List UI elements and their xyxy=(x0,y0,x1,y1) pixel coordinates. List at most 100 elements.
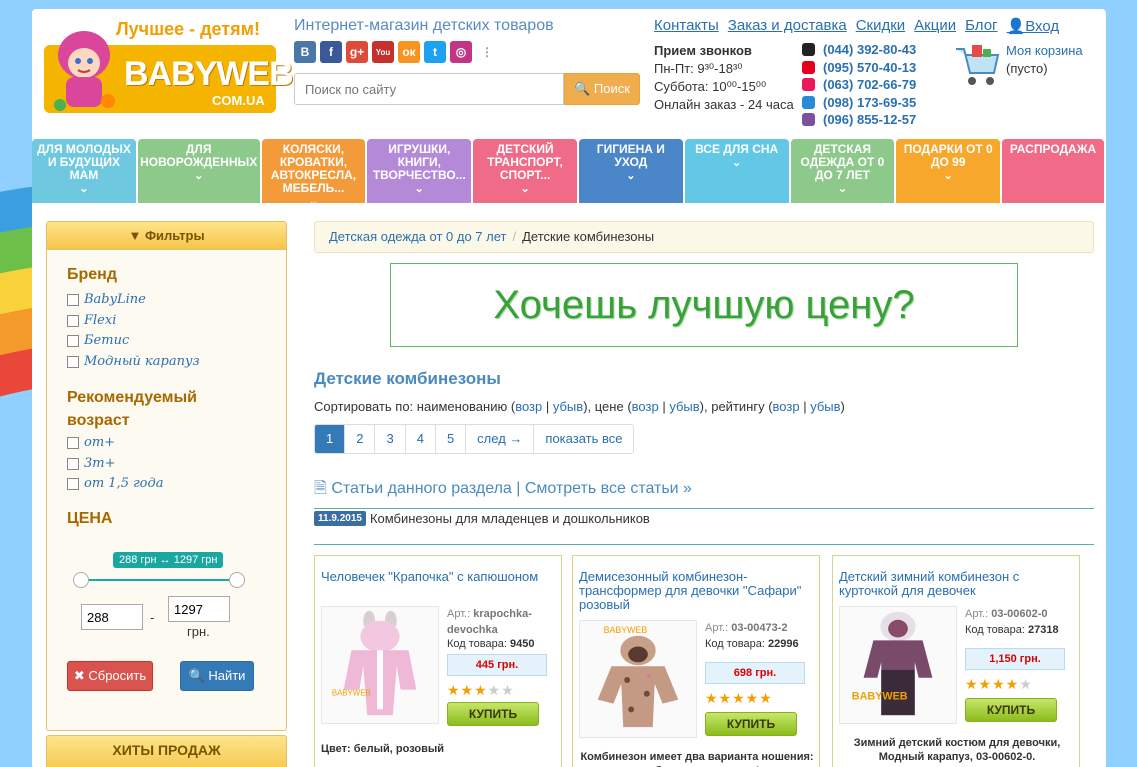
nav-item-3[interactable]: Коляски, кроватки, автокресла, мебель...… xyxy=(261,139,366,208)
call-hours: Прием звонков Пн-Пт: 9³⁰-18³⁰ Суббота: 1… xyxy=(654,42,794,114)
brand-title: Бренд xyxy=(67,266,117,283)
page-3[interactable]: 3 xyxy=(374,425,405,453)
nav-item-10[interactable]: Распродажа xyxy=(1002,139,1104,203)
price-slider-track[interactable] xyxy=(81,579,237,581)
link-delivery[interactable]: Заказ и доставка xyxy=(728,17,847,35)
checkbox[interactable] xyxy=(67,293,79,306)
page-show-all[interactable]: показать все xyxy=(533,425,634,453)
link-blog[interactable]: Блог xyxy=(965,17,997,35)
price-slider-max-handle[interactable] xyxy=(229,572,245,588)
link-discounts[interactable]: Скидки xyxy=(856,17,905,35)
phone-2[interactable]: (095) 570-40-13 xyxy=(823,59,916,77)
page-4[interactable]: 4 xyxy=(404,425,435,453)
promo-banner[interactable]: Хочешь лучшую цену? xyxy=(390,263,1018,347)
search-icon: 🔍 xyxy=(188,668,205,683)
phone-4[interactable]: (098) 173-69-35 xyxy=(823,94,916,112)
brand-option[interactable]: BabyLine xyxy=(67,292,146,307)
article-title[interactable]: Комбинезоны для младенцев и дошкольников xyxy=(370,511,650,526)
cart[interactable]: Моя корзина (пусто) xyxy=(952,41,1102,101)
checkbox[interactable] xyxy=(67,457,79,470)
nav-item-7[interactable]: Все для сна ⌄ xyxy=(684,139,789,203)
nav-item-9[interactable]: Подарки от 0 до 99 ⌄ xyxy=(896,139,1001,203)
price-min-input[interactable] xyxy=(81,604,143,630)
age-option[interactable]: 3т+ xyxy=(67,456,116,471)
odnoklassniki-icon[interactable]: ок xyxy=(398,41,420,63)
phone-3[interactable]: (063) 702-66-79 xyxy=(823,76,916,94)
breadcrumb-link[interactable]: Детская одежда от 0 до 7 лет xyxy=(329,229,506,244)
page: Лучшее - детям! BABYWEB COM.UA Интернет-… xyxy=(32,9,1106,767)
sort-name-asc[interactable]: возр xyxy=(515,399,542,414)
product-meta: Арт.: 03-00602-0 Код товара: 27318 xyxy=(965,606,1059,638)
page-1[interactable]: 1 xyxy=(315,425,345,453)
link-contacts[interactable]: Контакты xyxy=(654,17,719,35)
price-max-input[interactable] xyxy=(168,596,230,622)
age-option[interactable]: от+ xyxy=(67,435,115,450)
brand-option[interactable]: Бетис xyxy=(67,333,129,348)
nav-item-5[interactable]: Детский транспорт, спорт... ⌄ xyxy=(473,139,577,203)
cart-title[interactable]: Моя корзина xyxy=(1006,43,1083,58)
twitter-icon[interactable]: t xyxy=(424,41,446,63)
sort-price-asc[interactable]: возр xyxy=(632,399,659,414)
articles-header[interactable]: 🗎 Статьи данного раздела | Смотреть все … xyxy=(314,477,1094,509)
facebook-icon[interactable]: f xyxy=(320,41,342,63)
product-image[interactable]: BABYWEB xyxy=(579,620,697,738)
checkbox[interactable] xyxy=(67,355,79,368)
link-promotions[interactable]: Акции xyxy=(914,17,956,35)
checkbox[interactable] xyxy=(67,436,79,449)
search-button[interactable]: 🔍 Поиск xyxy=(564,73,640,105)
sort-price-desc[interactable]: убыв xyxy=(669,399,699,414)
checkbox[interactable] xyxy=(67,334,79,347)
article-date: 11.9.2015 xyxy=(314,511,366,526)
logo-subtext: COM.UA xyxy=(212,93,265,108)
instagram-icon[interactable]: ◎ xyxy=(450,41,472,63)
checkbox[interactable] xyxy=(67,314,79,327)
logo[interactable]: Лучшее - детям! BABYWEB COM.UA xyxy=(44,15,294,115)
main-nav: Для молодых и будущих мам ⌄ Для новорожден… xyxy=(32,139,1106,208)
sort-rating-desc[interactable]: убыв xyxy=(810,399,840,414)
checkbox[interactable] xyxy=(67,477,79,490)
nav-item-8[interactable]: Детская одежда от 0 до 7 лет ⌄ xyxy=(790,139,895,203)
vk-icon[interactable]: В xyxy=(294,41,316,63)
buy-button[interactable]: КУПИТЬ xyxy=(965,698,1057,722)
article-item[interactable]: 11.9.2015 Комбинезоны для младенцев и до… xyxy=(314,511,650,526)
sort-rating-asc[interactable]: возр xyxy=(773,399,800,414)
brand-option[interactable]: Модный карапуз xyxy=(67,354,200,369)
link-login[interactable]: 👤Вход xyxy=(1007,17,1060,35)
nav-item-1[interactable]: Для молодых и будущих мам ⌄ xyxy=(32,139,136,203)
phone-1[interactable]: (044) 392-80-43 xyxy=(823,41,916,59)
price-slider-min-handle[interactable] xyxy=(73,572,89,588)
youtube-icon[interactable]: You xyxy=(372,41,394,63)
sort-rating-label: рейтингу xyxy=(711,399,765,414)
product-title[interactable]: Человечек "Крапочка" с капюшоном xyxy=(321,570,557,584)
search-input[interactable] xyxy=(294,73,564,105)
product-title[interactable]: Демисезонный комбинезон-трансформер для … xyxy=(579,570,815,612)
product-image[interactable]: BABYWEB xyxy=(321,606,439,724)
nav-item-2[interactable]: Для новорожденных ⌄ xyxy=(137,139,260,203)
product-image[interactable]: BABYWEB xyxy=(839,606,957,724)
nav-item-4[interactable]: Игрушки, книги, творчество... ⌄ xyxy=(367,139,472,203)
page-next[interactable]: след → xyxy=(465,425,534,453)
reset-button[interactable]: ✖ Сбросить xyxy=(67,661,153,691)
code-label: Код товара: xyxy=(705,638,765,650)
brand-option[interactable]: Flexi xyxy=(67,313,116,328)
page-5[interactable]: 5 xyxy=(434,425,466,453)
find-button[interactable]: 🔍 Найти xyxy=(180,661,254,691)
chevron-down-icon: ⌄ xyxy=(194,170,204,182)
divider xyxy=(314,544,1094,545)
sort-name-desc[interactable]: убыв xyxy=(553,399,583,414)
product-meta: Арт.: krapochka-devochka Код товара: 945… xyxy=(447,606,561,652)
age-option[interactable]: от 1,5 года xyxy=(67,476,163,491)
nav-item-label: Игрушки, книги, творчество... xyxy=(372,142,466,182)
phone-5[interactable]: (096) 855-12-57 xyxy=(823,111,916,129)
page-2[interactable]: 2 xyxy=(344,425,375,453)
google-plus-icon[interactable]: g+ xyxy=(346,41,368,63)
buy-button[interactable]: КУПИТЬ xyxy=(447,702,539,726)
nav-item-6[interactable]: Гигиена и уход ⌄ xyxy=(578,139,683,203)
social-links: В f g+ You ок t ◎ ⋮ xyxy=(294,41,498,63)
sitemap-icon[interactable]: ⋮ xyxy=(476,41,498,63)
bestsellers-header[interactable]: ХИТЫ ПРОДАЖ xyxy=(46,735,287,767)
product-title[interactable]: Детский зимний комбинезон с курточкой дл… xyxy=(839,570,1075,598)
buy-button[interactable]: КУПИТЬ xyxy=(705,712,797,736)
nav-item-label: Подарки от 0 до 99 xyxy=(903,142,993,169)
breadcrumb-separator: / xyxy=(512,229,517,244)
